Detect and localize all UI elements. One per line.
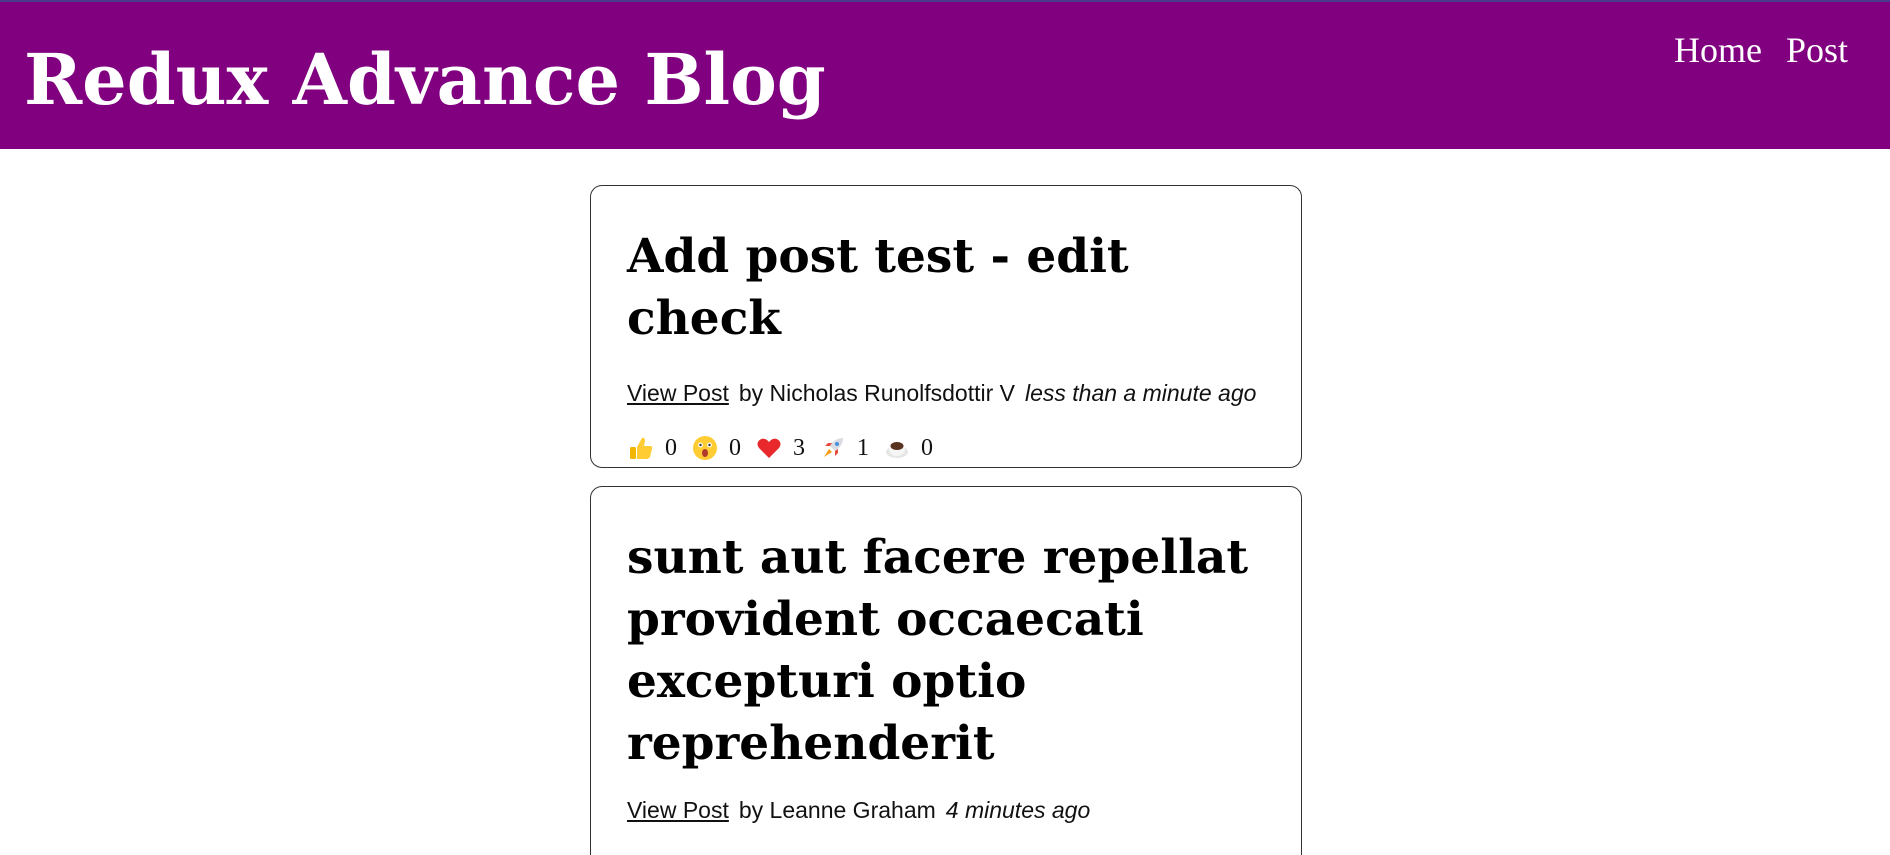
view-post-link[interactable]: View Post — [627, 797, 729, 823]
reaction-rocket-button[interactable]: 1 — [819, 434, 869, 462]
heart-icon — [755, 434, 783, 462]
thumbs-up-icon — [627, 434, 655, 462]
reaction-count: 3 — [793, 434, 805, 461]
post-author: by Leanne Graham — [738, 797, 936, 823]
site-title: Redux Advance Blog — [24, 38, 826, 121]
reaction-count: 0 — [921, 434, 933, 461]
main-nav: Home Post — [1674, 27, 1848, 73]
reaction-heart-button[interactable]: 3 — [755, 434, 805, 462]
reaction-thumbs-up-button[interactable]: 0 — [627, 434, 677, 462]
nav-link-home[interactable]: Home — [1674, 27, 1762, 73]
reaction-coffee-button[interactable]: 0 — [883, 434, 933, 462]
post-card: sunt aut facere repellat provident occae… — [590, 486, 1302, 855]
reaction-count: 0 — [729, 434, 741, 461]
reaction-wow-button[interactable]: 0 — [691, 434, 741, 462]
coffee-icon — [883, 434, 911, 462]
post-author: by Nicholas Runolfsdottir V — [738, 380, 1015, 406]
post-time: less than a minute ago — [1024, 380, 1257, 406]
reaction-count: 1 — [857, 434, 869, 461]
post-meta: View Post by Nicholas Runolfsdottir V less… — [627, 376, 1265, 410]
wow-icon — [691, 434, 719, 462]
rocket-icon — [819, 434, 847, 462]
post-card: Add post test - edit check View Post by N… — [590, 185, 1302, 468]
reaction-buttons: 0 0 3 1 0 — [627, 434, 1265, 462]
post-title: sunt aut facere repellat provident occae… — [627, 530, 1249, 771]
view-post-link[interactable]: View Post — [627, 380, 729, 406]
nav-link-post[interactable]: Post — [1786, 27, 1848, 73]
site-header: Redux Advance Blog Home Post — [0, 2, 1890, 149]
post-title: Add post test - edit check — [627, 229, 1129, 346]
reaction-count: 0 — [665, 434, 677, 461]
post-meta: View Post by Leanne Graham 4 minutes ago — [627, 793, 1265, 827]
post-time: 4 minutes ago — [945, 797, 1091, 823]
